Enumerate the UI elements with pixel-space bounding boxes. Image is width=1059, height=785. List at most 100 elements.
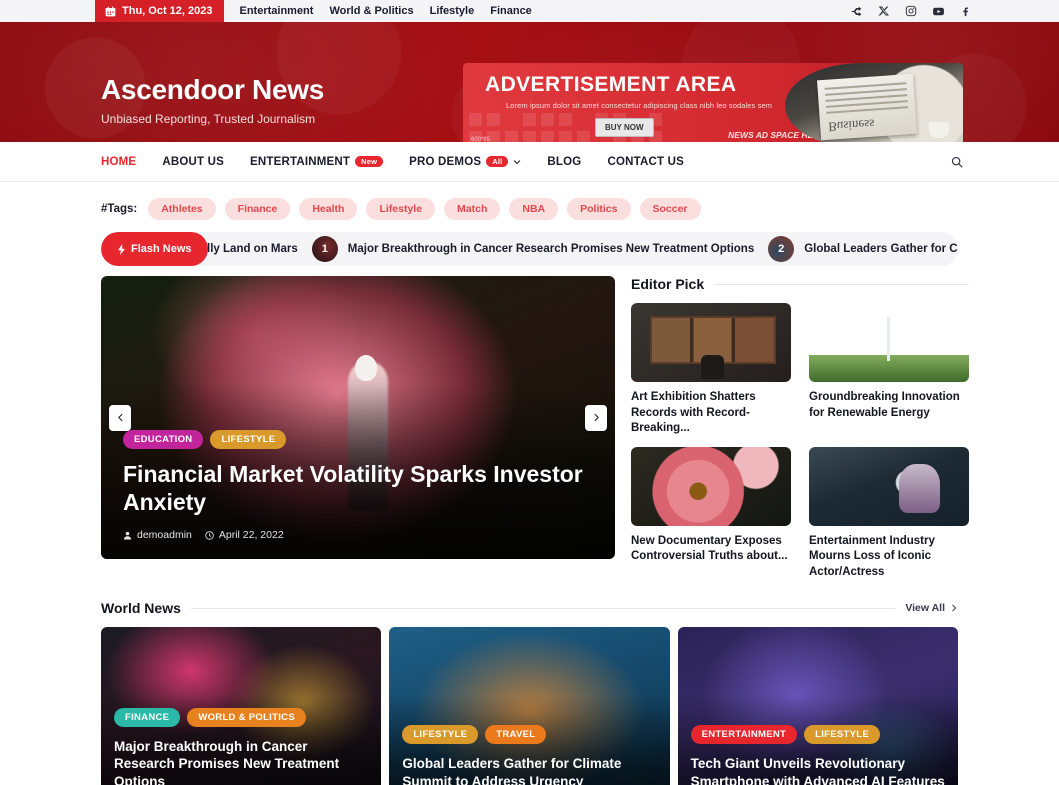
view-all-label: View All [905, 602, 945, 615]
editor-pick-title: Editor Pick [631, 276, 705, 292]
card-title[interactable]: Global Leaders Gather for Climate Summit… [402, 755, 656, 785]
card-category-finance[interactable]: FINANCE [114, 707, 181, 727]
tag-match[interactable]: Match [444, 198, 501, 220]
card-title[interactable]: Tech Giant Unveils Revolutionary Smartph… [691, 755, 945, 785]
nav-label-contact-us: CONTACT US [607, 155, 684, 168]
nav-badge-new: New [355, 155, 384, 168]
editor-pick-thumbnail [631, 303, 791, 382]
editor-pick-card[interactable]: Art Exhibition Shatters Records with Rec… [631, 303, 791, 437]
newspaper-masthead: Business [827, 116, 875, 135]
slider-prev-button[interactable] [109, 404, 131, 431]
advertisement-banner[interactable]: ADVERTISEMENT AREA Lorem ipsum dolor sit… [463, 63, 963, 142]
flash-item-number: 1 [321, 243, 328, 255]
topbar-links: Entertainment World & Politics Lifestyle… [239, 5, 531, 17]
card-category-entertainment[interactable]: ENTERTAINMENT [690, 725, 798, 745]
flash-news-ticker: Flash News essfully Land on Mars 1 Major… [101, 232, 958, 266]
content-area: EDUCATION LIFESTYLE Financial Market Vol… [101, 276, 1059, 580]
date-text: Thu, Oct 12, 2023 [122, 5, 213, 17]
flash-item-text: Global Leaders Gather for Climate Summit… [804, 243, 958, 255]
site-branding[interactable]: Ascendoor News Unbiased Reporting, Trust… [101, 74, 324, 126]
facebook-icon[interactable] [960, 6, 971, 17]
nav-item-blog[interactable]: BLOG [547, 156, 581, 168]
flash-item-text: Major Breakthrough in Cancer Research Pr… [347, 243, 755, 255]
hero-author-name: demoadmin [137, 529, 192, 541]
shuffle-icon[interactable] [850, 5, 863, 18]
flash-news-label: Flash News [131, 243, 192, 255]
hero-caption: EDUCATION LIFESTYLE Financial Market Vol… [123, 429, 593, 541]
tags-label: #Tags: [101, 203, 138, 215]
ad-title: ADVERTISEMENT AREA [485, 73, 737, 96]
topbar-link-lifestyle[interactable]: Lifestyle [430, 5, 475, 17]
tag-finance[interactable]: Finance [224, 198, 291, 220]
hero-category-lifestyle[interactable]: LIFESTYLE [210, 429, 287, 449]
card-category-lifestyle[interactable]: LIFESTYLE [402, 725, 479, 745]
editor-pick-thumbnail [809, 303, 969, 382]
flash-news-item[interactable]: 2 Global Leaders Gather for Climate Summ… [768, 236, 958, 262]
hero-categories: EDUCATION LIFESTYLE [123, 429, 593, 449]
card-category-travel[interactable]: TRAVEL [485, 725, 547, 745]
hero-author[interactable]: demoadmin [123, 529, 192, 541]
site-title: Ascendoor News [101, 74, 324, 105]
youtube-icon[interactable] [932, 5, 945, 18]
topbar-link-world-politics[interactable]: World & Politics [329, 5, 413, 17]
view-all-link[interactable]: View All [905, 602, 958, 614]
section-divider [714, 283, 969, 285]
nav-item-contact-us[interactable]: CONTACT US [607, 156, 684, 168]
topbar-link-entertainment[interactable]: Entertainment [239, 5, 313, 17]
tag-nba[interactable]: NBA [509, 198, 559, 220]
hero-slider[interactable]: EDUCATION LIFESTYLE Financial Market Vol… [101, 276, 615, 559]
chevron-down-icon[interactable] [513, 158, 521, 166]
flash-item-number: 2 [778, 243, 785, 255]
tag-soccer[interactable]: Soccer [639, 198, 701, 220]
search-button[interactable] [950, 155, 964, 169]
editor-pick-card[interactable]: Groundbreaking Innovation for Renewable … [809, 303, 969, 437]
nav-item-about-us[interactable]: ABOUT US [162, 156, 224, 168]
site-tagline: Unbiased Reporting, Trusted Journalism [101, 112, 316, 126]
hero-category-education[interactable]: EDUCATION [123, 429, 204, 449]
slider-next-button[interactable] [585, 404, 607, 431]
nav-item-home[interactable]: HOME [101, 156, 136, 168]
topbar-link-finance[interactable]: Finance [490, 5, 532, 17]
social-links [850, 0, 971, 22]
card-caption: LIFESTYLE TRAVEL Global Leaders Gather f… [402, 725, 656, 785]
x-twitter-icon[interactable] [878, 5, 890, 17]
editor-pick-card[interactable]: Entertainment Industry Mourns Loss of Ic… [809, 446, 969, 581]
world-news-section: World News View All FINANCE WORLD & POLI… [101, 600, 958, 785]
editor-pick-title-text: Groundbreaking Innovation for Renewable … [809, 391, 960, 419]
card-caption: FINANCE WORLD & POLITICS Major Breakthro… [114, 707, 368, 785]
news-homepage: Thu, Oct 12, 2023 Entertainment World & … [0, 0, 1059, 785]
editor-pick-title-text: Entertainment Industry Mourns Loss of Ic… [809, 534, 935, 578]
main-navigation: HOME ABOUT US ENTERTAINMENT New PRO DEMO… [0, 142, 1059, 182]
nav-item-pro-demos[interactable]: PRO DEMOS All [409, 156, 521, 168]
world-news-card[interactable]: LIFESTYLE TRAVEL Global Leaders Gather f… [389, 627, 670, 785]
ad-subtitle: Lorem ipsum dolor sit amet consectetur a… [506, 101, 773, 110]
tag-politics[interactable]: Politics [567, 198, 631, 220]
instagram-icon[interactable] [905, 5, 917, 17]
card-title[interactable]: Major Breakthrough in Cancer Research Pr… [114, 738, 368, 785]
editor-pick-card[interactable]: New Documentary Exposes Controversial Tr… [631, 446, 791, 581]
coffee-cup-graphic [929, 122, 949, 138]
lightning-icon [118, 243, 125, 255]
chevron-right-icon [593, 413, 599, 422]
card-category-world-politics[interactable]: WORLD & POLITICS [187, 707, 306, 727]
flash-news-track: essfully Land on Mars 1 Major Breakthrou… [177, 236, 958, 262]
flash-news-badge: Flash News [101, 232, 208, 266]
world-news-title: World News [101, 600, 181, 617]
search-icon[interactable] [950, 155, 964, 169]
world-news-card[interactable]: ENTERTAINMENT LIFESTYLE Tech Giant Unvei… [677, 627, 958, 785]
hero-meta: demoadmin April 22, 2022 [123, 529, 593, 541]
section-divider [190, 607, 896, 609]
newspaper-graphic: Business [817, 73, 917, 141]
nav-label-entertainment: ENTERTAINMENT [249, 155, 351, 168]
world-news-card[interactable]: FINANCE WORLD & POLITICS Major Breakthro… [101, 627, 382, 785]
ad-buy-now-button[interactable]: BUY NOW [595, 118, 654, 137]
tag-athletes[interactable]: Athletes [148, 198, 216, 220]
tag-lifestyle[interactable]: Lifestyle [366, 198, 436, 220]
user-icon [123, 531, 132, 539]
nav-label-about-us: ABOUT US [162, 155, 224, 168]
flash-news-item[interactable]: 1 Major Breakthrough in Cancer Research … [311, 236, 755, 262]
hero-title[interactable]: Financial Market Volatility Sparks Inves… [123, 460, 593, 518]
card-category-lifestyle[interactable]: LIFESTYLE [804, 725, 881, 745]
nav-item-entertainment[interactable]: ENTERTAINMENT New [249, 155, 384, 168]
tag-health[interactable]: Health [299, 198, 358, 220]
